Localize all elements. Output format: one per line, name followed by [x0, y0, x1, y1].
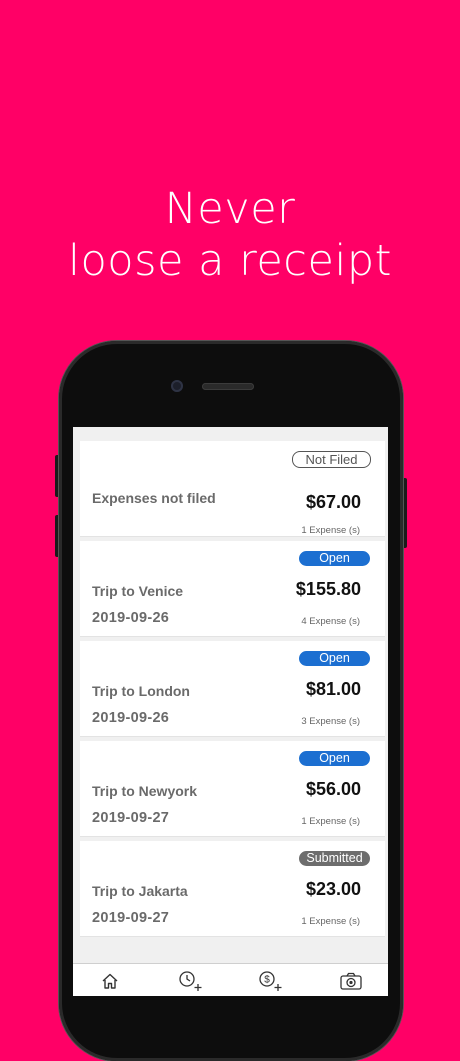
- status-badge: Open: [299, 551, 370, 566]
- trip-name: Trip to Jakarta: [92, 883, 188, 899]
- trip-date: 2019-09-27: [92, 810, 170, 826]
- earpiece-speaker: [202, 383, 254, 390]
- camera-icon: [340, 972, 362, 990]
- trip-date: 2019-09-27: [92, 910, 170, 926]
- not-filed-card[interactable]: Not Filed Expenses not filed $67.00 1 Ex…: [80, 441, 385, 537]
- add-expense-tab[interactable]: $: [256, 970, 286, 992]
- add-time-tab[interactable]: [176, 970, 206, 992]
- expense-count: 3 Expense (s): [301, 716, 360, 727]
- expense-count: 1 Expense (s): [301, 816, 360, 827]
- status-badge: Not Filed: [292, 451, 371, 468]
- home-tab[interactable]: [95, 970, 125, 992]
- svg-text:$: $: [264, 975, 270, 986]
- card-title: Expenses not filed: [92, 490, 216, 506]
- trip-amount: $155.80: [295, 579, 361, 599]
- expense-count: 1 Expense (s): [301, 916, 360, 927]
- trip-card-london[interactable]: Open Trip to London 2019-09-26 $81.00 3 …: [80, 641, 385, 737]
- expense-count: 1 Expense (s): [301, 525, 360, 536]
- home-icon: [102, 973, 118, 989]
- headline: Never loose a receipt: [0, 183, 460, 287]
- expense-count: 4 Expense (s): [301, 616, 360, 627]
- bottom-tab-bar: $: [73, 963, 388, 996]
- trip-card-venice[interactable]: Open Trip to Venice 2019-09-26 $155.80 4…: [80, 541, 385, 637]
- clock-add-icon: [179, 971, 202, 991]
- front-camera: [171, 380, 183, 392]
- trip-name: Trip to London: [92, 683, 190, 699]
- status-badge: Submitted: [299, 851, 370, 866]
- headline-line-2: loose a receipt: [68, 236, 392, 286]
- status-badge: Open: [299, 651, 370, 666]
- trip-amount: $23.00: [305, 879, 361, 899]
- trip-amount: $81.00: [305, 679, 361, 699]
- dollar-add-icon: $: [259, 971, 282, 991]
- trip-card-jakarta[interactable]: Submitted Trip to Jakarta 2019-09-27 $23…: [80, 841, 385, 937]
- app-screen: Not Filed Expenses not filed $67.00 1 Ex…: [73, 427, 388, 996]
- camera-tab[interactable]: [336, 970, 366, 992]
- trip-name: Trip to Newyork: [92, 783, 198, 799]
- trip-amount: $56.00: [305, 779, 361, 799]
- trip-date: 2019-09-26: [92, 710, 170, 726]
- headline-line-1: Never: [164, 184, 296, 234]
- trip-date: 2019-09-26: [92, 610, 170, 626]
- status-badge: Open: [299, 751, 370, 766]
- trip-name: Trip to Venice: [92, 583, 184, 599]
- trip-card-newyork[interactable]: Open Trip to Newyork 2019-09-27 $56.00 1…: [80, 741, 385, 837]
- card-amount: $67.00: [305, 492, 361, 512]
